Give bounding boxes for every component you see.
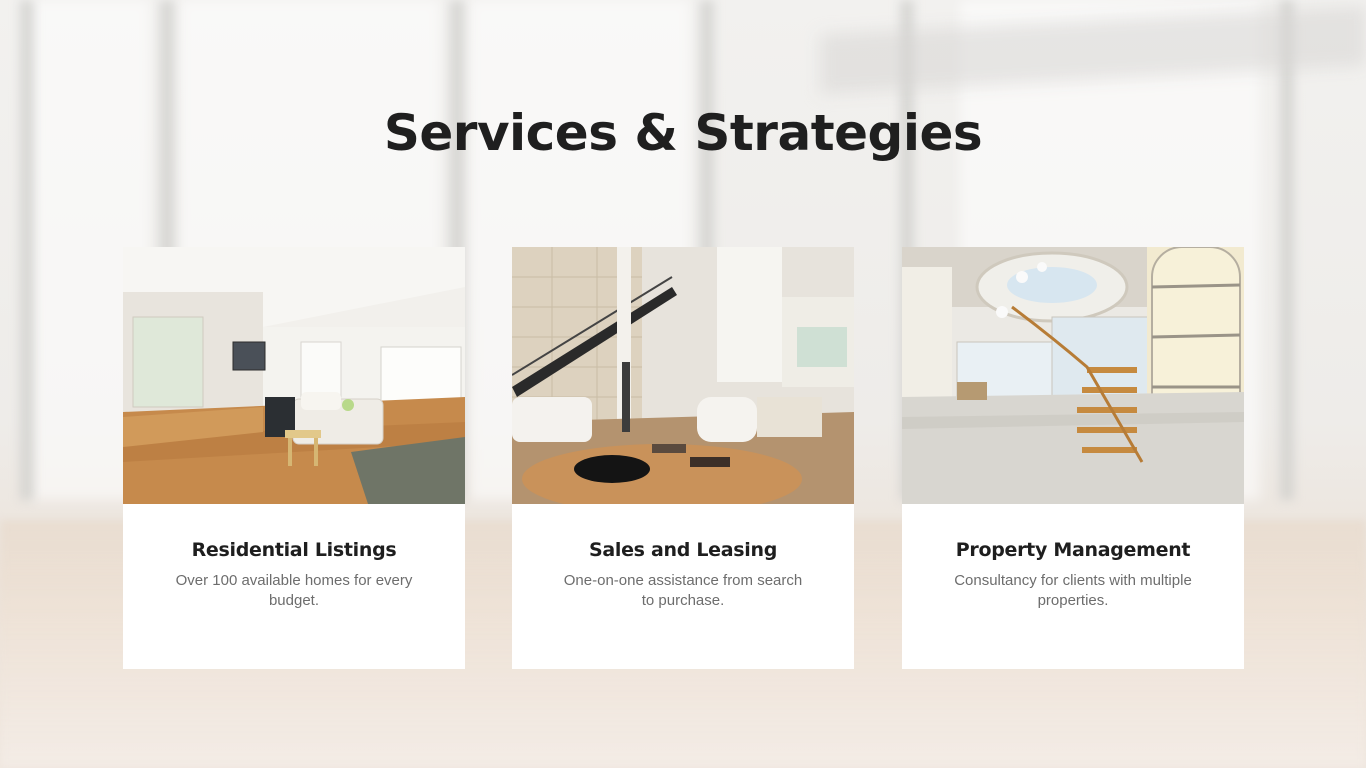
- spiral-staircase-photo: [902, 247, 1244, 504]
- service-card-property-management[interactable]: Property Management Consultancy for clie…: [902, 247, 1244, 669]
- living-room-photo: [123, 247, 465, 504]
- page-title: Services & Strategies: [383, 104, 983, 162]
- card-title: Sales and Leasing: [588, 539, 778, 561]
- open-plan-interior-photo: [512, 247, 854, 504]
- service-card-residential-listings[interactable]: Residential Listings Over 100 available …: [123, 247, 465, 669]
- card-description: Consultancy for clients with multiple pr…: [954, 572, 1192, 609]
- card-title: Residential Listings: [191, 539, 397, 561]
- service-card-sales-and-leasing[interactable]: Sales and Leasing One-on-one assistance …: [512, 247, 854, 669]
- card-title: Property Management: [955, 539, 1191, 561]
- card-description: One-on-one assistance from search to pur…: [563, 572, 803, 609]
- card-description: Over 100 available homes for every budge…: [175, 572, 413, 609]
